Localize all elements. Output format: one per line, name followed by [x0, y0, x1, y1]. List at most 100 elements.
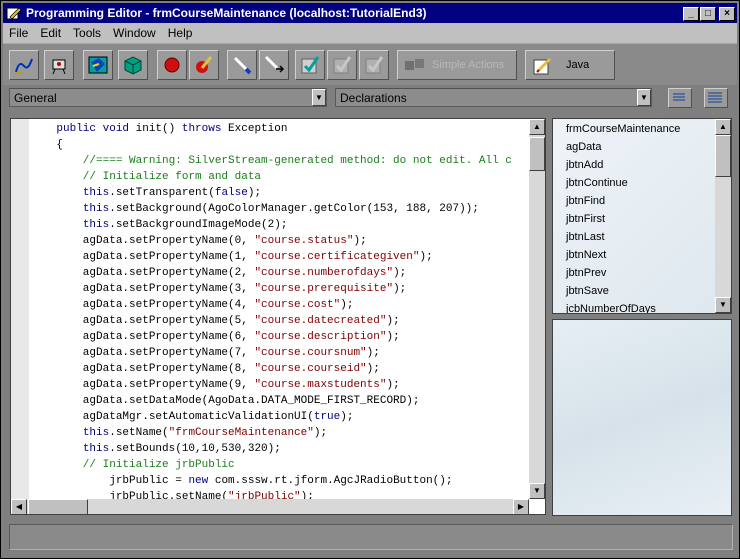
- code-editor[interactable]: public void init() throws Exception { //…: [10, 118, 546, 515]
- view-lines-full-icon: [708, 92, 722, 103]
- procedure-selector-value: Declarations: [340, 91, 407, 105]
- event-wizard-icon: [15, 58, 33, 74]
- code-line[interactable]: agDataMgr.setAutomaticValidationUI(true)…: [30, 409, 531, 425]
- code-line[interactable]: agData.setPropertyName(3, "course.prereq…: [30, 281, 531, 297]
- object-list-pane: frmCourseMaintenance agData jbtnAdd jbtnCon…: [552, 118, 732, 314]
- record-button[interactable]: [157, 50, 187, 80]
- code-token: agData.setPropertyName(9,: [30, 379, 255, 391]
- object-list-item[interactable]: jbtnLast: [566, 231, 605, 243]
- code-line[interactable]: agData.setPropertyName(5, "course.datecr…: [30, 313, 531, 329]
- code-token: "course.status": [254, 235, 354, 247]
- code-line[interactable]: //==== Warning: SilverStream-generated m…: [30, 153, 531, 169]
- object-list: frmCourseMaintenance agData jbtnAdd jbtnCon…: [553, 119, 715, 313]
- check-disabled-button-2[interactable]: [359, 50, 389, 80]
- menu-file[interactable]: File: [3, 23, 34, 40]
- code-token: );: [386, 379, 400, 391]
- pen-arrow-button[interactable]: [259, 50, 289, 80]
- record-icon: [164, 57, 180, 73]
- code-line[interactable]: jrbPublic.setName("jrbPublic");: [30, 489, 531, 499]
- menu-help[interactable]: Help: [162, 23, 199, 40]
- object-list-item[interactable]: jbtnSave: [566, 285, 609, 297]
- code-line[interactable]: agData.setPropertyName(0, "course.status…: [30, 233, 531, 249]
- menu-window[interactable]: Window: [107, 23, 162, 40]
- code-line[interactable]: agData.setPropertyName(2, "course.number…: [30, 265, 531, 281]
- code-token: agData.setPropertyName(6,: [30, 331, 255, 343]
- code-line[interactable]: agData.setPropertyName(6, "course.descri…: [30, 329, 531, 345]
- code-line[interactable]: agData.setDataMode(AgoData.DATA_MODE_FIR…: [30, 393, 531, 409]
- code-token: .setTransparent(: [109, 187, 215, 199]
- single-view-button[interactable]: [668, 88, 692, 108]
- procedure-selector[interactable]: Declarations ▼: [335, 88, 652, 107]
- object-list-item[interactable]: jbtnContinue: [566, 177, 628, 189]
- pencil-red-icon: [196, 56, 213, 73]
- minimize-button[interactable]: _: [683, 7, 699, 21]
- code-line[interactable]: agData.setPropertyName(4, "course.cost")…: [30, 297, 531, 313]
- code-token: "jrbPublic": [228, 491, 301, 499]
- code-line[interactable]: this.setName("frmCourseMaintenance");: [30, 425, 531, 441]
- code-token: agData.setPropertyName(8,: [30, 363, 255, 375]
- scroll-right-button[interactable]: ▶: [513, 499, 529, 514]
- chevron-down-icon[interactable]: ▼: [312, 89, 326, 106]
- code-line[interactable]: this.setBackgroundImageMode(2);: [30, 217, 531, 233]
- editor-horizontal-scrollbar[interactable]: ◀ ▶: [11, 499, 529, 514]
- compile-icon: [124, 56, 142, 75]
- object-list-item[interactable]: jcbNumberOfDays: [566, 303, 656, 313]
- check-edit-button[interactable]: [295, 50, 325, 80]
- properties-button[interactable]: [83, 50, 113, 80]
- paintbrush-button[interactable]: [227, 50, 257, 80]
- editor-vertical-scrollbar[interactable]: ▲ ▼: [529, 119, 545, 499]
- code-line[interactable]: {: [30, 137, 531, 153]
- close-button[interactable]: ×: [719, 7, 735, 21]
- maximize-button[interactable]: □: [700, 7, 716, 21]
- check-disabled-button-1[interactable]: [327, 50, 357, 80]
- code-token: .setBackground(AgoColorManager.getColor(…: [109, 203, 479, 215]
- object-list-item[interactable]: jbtnAdd: [566, 159, 603, 171]
- compile-button[interactable]: [118, 50, 148, 80]
- object-list-item[interactable]: jbtnPrev: [566, 267, 606, 279]
- code-token: true: [313, 411, 341, 423]
- object-list-item[interactable]: jbtnFirst: [566, 213, 605, 225]
- list-vertical-scrollbar[interactable]: ▲ ▼: [715, 119, 731, 313]
- code-line[interactable]: // Initialize jrbPublic: [30, 457, 531, 473]
- sql-wizard-button[interactable]: [44, 50, 74, 80]
- code-text[interactable]: public void init() throws Exception { //…: [30, 121, 531, 499]
- scroll-up-button[interactable]: ▲: [529, 119, 545, 135]
- code-token: );: [247, 187, 262, 199]
- status-bar: [9, 524, 733, 550]
- edit-red-button[interactable]: [189, 50, 219, 80]
- event-wizard-button[interactable]: [9, 50, 39, 80]
- object-list-item[interactable]: jbtnFind: [566, 195, 605, 207]
- simple-actions-button[interactable]: Simple Actions: [397, 50, 517, 80]
- code-line[interactable]: // Initialize form and data: [30, 169, 531, 185]
- list-scroll-down-button[interactable]: ▼: [715, 297, 731, 313]
- code-line[interactable]: jrbPublic = new com.sssw.rt.jform.AgcJRa…: [30, 473, 531, 489]
- hscroll-thumb[interactable]: [28, 499, 88, 514]
- scroll-left-button[interactable]: ◀: [11, 499, 27, 514]
- code-token: "course.coursnum": [254, 347, 367, 359]
- menu-edit[interactable]: Edit: [34, 23, 67, 40]
- object-list-item[interactable]: agData: [566, 141, 601, 153]
- code-line[interactable]: agData.setPropertyName(1, "course.certif…: [30, 249, 531, 265]
- chevron-down-icon[interactable]: ▼: [637, 89, 651, 106]
- code-line[interactable]: agData.setPropertyName(8, "course.course…: [30, 361, 531, 377]
- object-list-item[interactable]: frmCourseMaintenance: [566, 123, 680, 135]
- list-scroll-thumb[interactable]: [715, 135, 731, 177]
- code-line[interactable]: agData.setPropertyName(9, "course.maxstu…: [30, 377, 531, 393]
- code-line[interactable]: this.setBackground(AgoColorManager.getCo…: [30, 201, 531, 217]
- code-token: this: [82, 203, 110, 215]
- menu-tools[interactable]: Tools: [67, 23, 107, 40]
- code-line[interactable]: agData.setPropertyName(7, "course.coursn…: [30, 345, 531, 361]
- list-scroll-up-button[interactable]: ▲: [715, 119, 731, 135]
- object-selector[interactable]: General ▼: [9, 88, 327, 107]
- scroll-thumb[interactable]: [529, 137, 545, 171]
- code-token: );: [313, 427, 328, 439]
- full-view-button[interactable]: [704, 88, 728, 108]
- code-line[interactable]: this.setTransparent(false);: [30, 185, 531, 201]
- object-list-item[interactable]: jbtnNext: [566, 249, 606, 261]
- title-bar[interactable]: Programming Editor - frmCourseMaintenanc…: [3, 3, 737, 23]
- scroll-down-button[interactable]: ▼: [529, 483, 545, 499]
- code-line[interactable]: public void init() throws Exception: [30, 121, 531, 137]
- java-button[interactable]: Java: [525, 50, 615, 80]
- code-line[interactable]: this.setBounds(10,10,530,320);: [30, 441, 531, 457]
